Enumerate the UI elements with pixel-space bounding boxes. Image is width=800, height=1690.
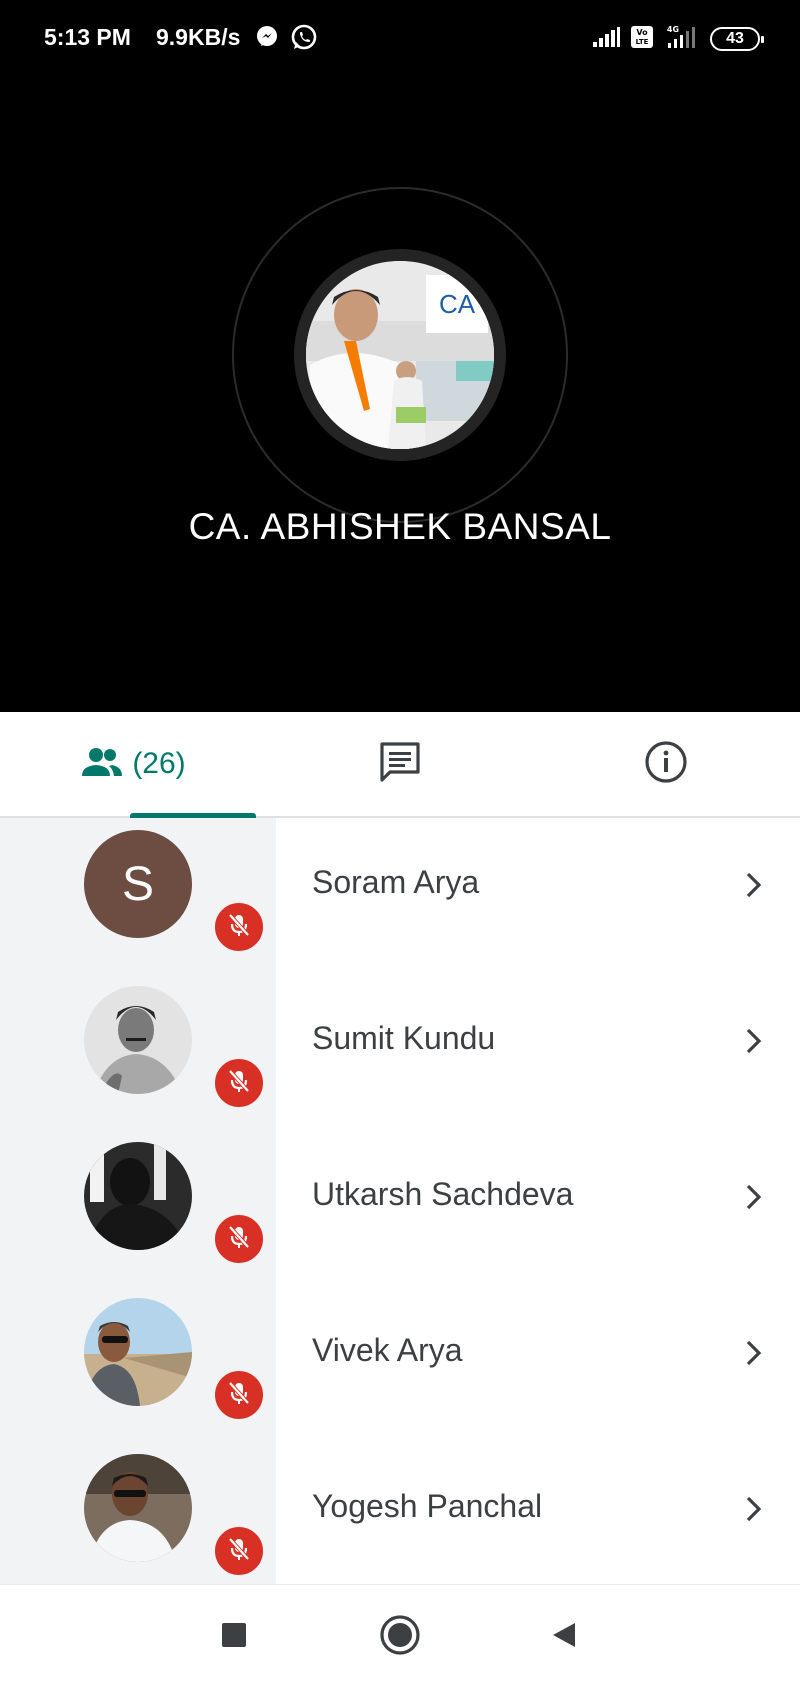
signal-icon [592,26,620,52]
mic-off-icon [225,911,253,944]
status-net-speed: 9.9KB/s [156,24,241,50]
circle-home-icon [379,1614,421,1661]
participant-name: Utkarsh Sachdeva [312,1176,574,1212]
participant-photo-avatar [84,986,192,1094]
people-icon [82,746,123,783]
participant-row[interactable]: Vivek Arya [0,1286,800,1442]
mic-off-icon [225,1379,253,1412]
4g-signal-icon: 4G [664,24,700,55]
participant-row[interactable]: S Soram Arya [0,818,800,974]
back-button[interactable] [542,1615,586,1659]
chevron-right-icon[interactable] [744,1026,764,1061]
tab-info[interactable] [626,712,706,816]
battery-indicator: 43 [710,27,764,51]
mic-off-icon [225,1223,253,1256]
chat-icon [378,740,422,789]
whatsapp-icon [290,24,318,57]
participant-row[interactable]: Sumit Kundu [0,974,800,1130]
letter-avatar: S [84,830,192,938]
mic-off-icon [225,1535,253,1568]
meeting-tabs: (26) [0,712,800,818]
battery-level: 43 [726,30,744,47]
system-nav-bar [0,1584,800,1690]
participant-row[interactable]: Yogesh Panchal [0,1442,800,1598]
info-icon [644,740,688,789]
triangle-back-icon [549,1620,579,1655]
chevron-right-icon[interactable] [744,1338,764,1373]
status-time: 5:13 PM [44,24,131,50]
participant-photo-avatar [84,1298,192,1406]
svg-text:LTE: LTE [636,38,649,46]
tab-chat[interactable] [360,712,440,816]
presenter-stage: 5:13 PM 9.9KB/s Vo LTE 4G 43 CA CA. ABHI… [0,0,800,712]
messenger-icon [254,24,280,55]
mic-off-badge [212,1368,266,1422]
mic-off-icon [225,1067,253,1100]
status-bar: 5:13 PM 9.9KB/s Vo LTE 4G 43 [0,0,800,80]
mic-off-badge [212,1524,266,1578]
mic-off-badge [212,1212,266,1266]
ca-logo-text: CA [439,289,476,319]
recents-button[interactable] [212,1615,256,1659]
presenter-avatar: CA [306,261,494,449]
participant-count: (26) [132,747,186,780]
participant-row[interactable]: Utkarsh Sachdeva [0,1130,800,1286]
mic-off-badge [212,900,266,954]
avatar-initial: S [121,857,154,911]
svg-text:4G: 4G [667,25,679,34]
presenter-name: CA. ABHISHEK BANSAL [188,506,612,547]
home-button[interactable] [378,1614,422,1661]
participant-photo-avatar [84,1142,192,1250]
participant-name: Yogesh Panchal [312,1488,543,1524]
mic-off-badge [212,1056,266,1110]
participant-name: Vivek Arya [312,1332,463,1368]
chevron-right-icon[interactable] [744,870,764,905]
participants-list: S Soram Arya Sumit Kundu Utkarsh Sachdev… [0,818,800,1584]
participant-name: Sumit Kundu [312,1020,496,1056]
participant-photo-avatar [84,1454,192,1562]
square-recents-icon [220,1621,248,1654]
volte-icon: Vo LTE [630,25,654,54]
chevron-right-icon[interactable] [744,1494,764,1529]
svg-text:Vo: Vo [636,28,648,37]
participant-name: Soram Arya [312,864,480,900]
tab-people[interactable]: (26) [60,712,256,818]
chevron-right-icon[interactable] [744,1182,764,1217]
